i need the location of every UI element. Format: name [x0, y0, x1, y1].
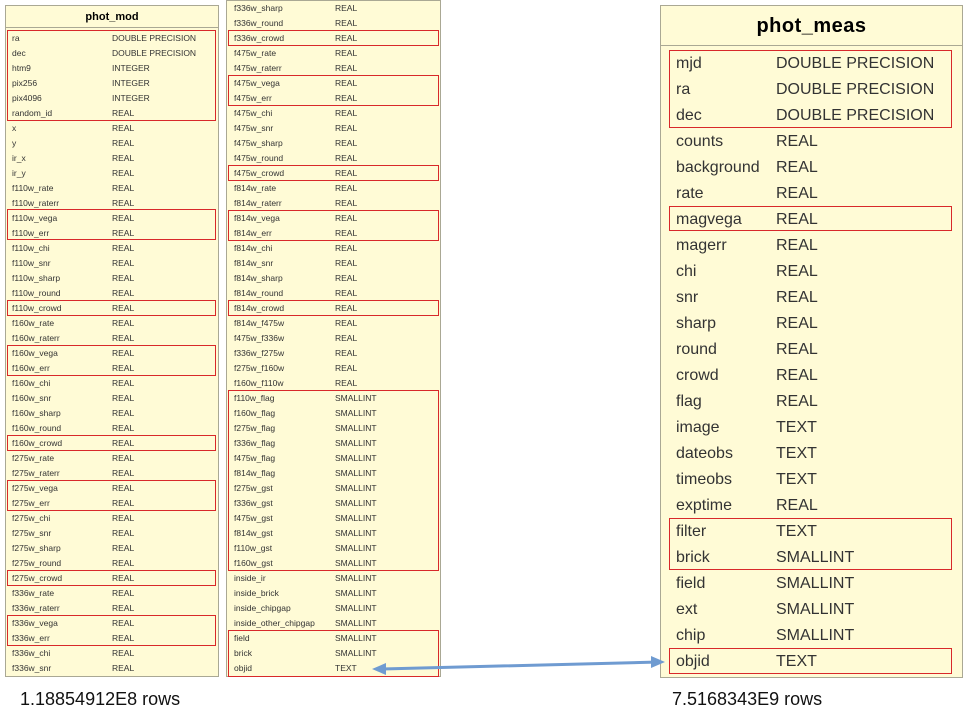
phot-mod-row-count: 1.18854912E8 rows — [20, 689, 181, 709]
objid-join-arrow — [372, 656, 665, 675]
phot-meas-row-count: 7.5168343E9 rows — [672, 689, 823, 709]
